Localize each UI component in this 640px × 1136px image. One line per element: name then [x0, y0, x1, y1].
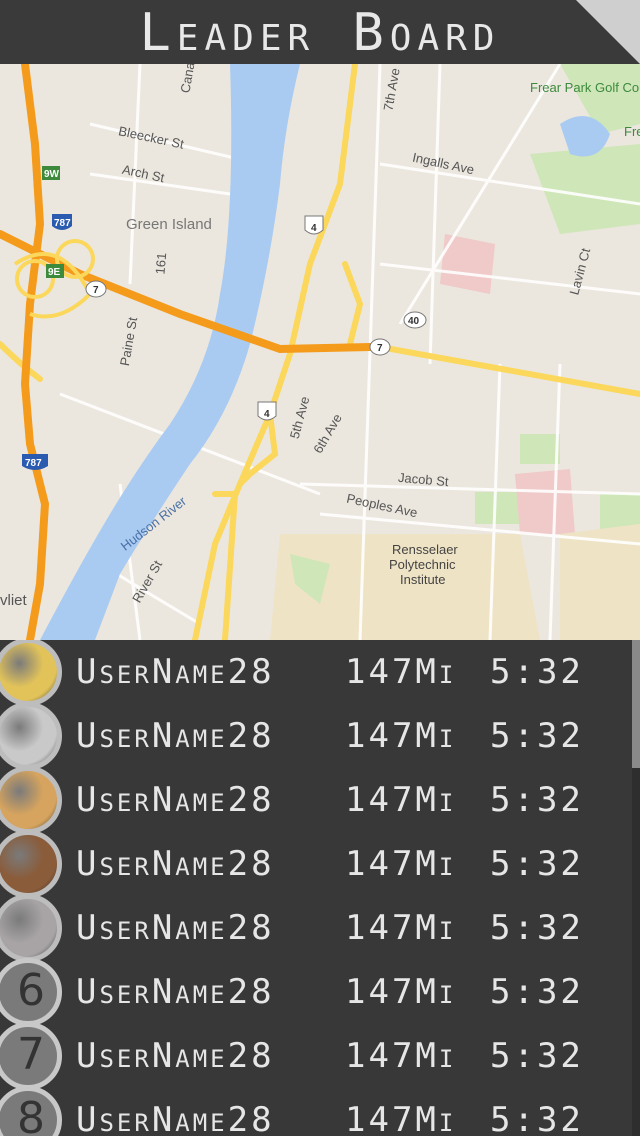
username-text: UserName28	[76, 1100, 275, 1136]
map-label-161: 161	[152, 252, 170, 275]
shield-4b: 4	[264, 409, 270, 420]
rank-badge: 7	[0, 1022, 62, 1090]
map-label-rpi-3: Institute	[400, 572, 446, 587]
shield-7b: 7	[377, 343, 383, 354]
map-label-green-island: Green Island	[126, 216, 212, 233]
shield-787b: 787	[25, 458, 42, 469]
shield-7a: 7	[93, 285, 99, 296]
map-graphic: 9W 787 9E 7 4 40 7 4 787	[0, 64, 640, 640]
map-label-frear-park: Frear Park Golf Cou	[530, 80, 640, 95]
distance-text: 147Mi	[345, 1036, 457, 1076]
username-text: UserName28	[76, 844, 275, 884]
time-text: 5:32	[490, 716, 584, 756]
time-text: 5:32	[490, 1036, 584, 1076]
rank-number: 6	[17, 965, 45, 1016]
distance-text: 147Mi	[345, 972, 457, 1012]
distance-text: 147Mi	[345, 908, 457, 948]
map-label-rpi-1: Rensselaer	[392, 542, 458, 557]
shield-4a: 4	[311, 223, 317, 234]
leaderboard-list[interactable]: UserName28 147Mi 5:32 UserName28 147Mi 5:32 Us…	[0, 640, 640, 1136]
header-bar: Leader Board	[0, 0, 640, 64]
username-text: UserName28	[76, 1036, 275, 1076]
shield-787a: 787	[54, 218, 71, 229]
shield-9e: 9E	[48, 267, 61, 278]
medal-icon	[0, 702, 62, 770]
leaderboard-row[interactable]: UserName28 147Mi 5:32	[0, 640, 630, 706]
medal-icon	[0, 640, 62, 706]
rank-badge: 6	[0, 958, 62, 1026]
distance-text: 147Mi	[345, 1100, 457, 1136]
time-text: 5:32	[490, 1100, 584, 1136]
leaderboard-row[interactable]: UserName28 147Mi 5:32	[0, 702, 630, 770]
time-text: 5:32	[490, 844, 584, 884]
username-text: UserName28	[76, 716, 275, 756]
time-text: 5:32	[490, 908, 584, 948]
leaderboard-row[interactable]: 7 UserName28 147Mi 5:32	[0, 1022, 630, 1090]
page-title: Leader Board	[139, 3, 501, 63]
medal-icon	[0, 894, 62, 962]
corner-fold-button[interactable]	[576, 0, 640, 64]
rank-number: 7	[17, 1029, 45, 1080]
time-text: 5:32	[490, 652, 584, 692]
medal-icon	[0, 830, 62, 898]
distance-text: 147Mi	[345, 780, 457, 820]
map-view[interactable]: 9W 787 9E 7 4 40 7 4 787 Bleecker St Arc…	[0, 64, 640, 640]
shield-40: 40	[408, 316, 420, 327]
leaderboard-row[interactable]: UserName28 147Mi 5:32	[0, 894, 630, 962]
map-label-fre: Fre	[624, 124, 640, 139]
map-label-vliet: vliet	[0, 592, 27, 609]
leaderboard-row[interactable]: UserName28 147Mi 5:32	[0, 830, 630, 898]
username-text: UserName28	[76, 908, 275, 948]
leaderboard-row[interactable]: UserName28 147Mi 5:32	[0, 766, 630, 834]
username-text: UserName28	[76, 972, 275, 1012]
medal-icon	[0, 766, 62, 834]
distance-text: 147Mi	[345, 844, 457, 884]
shield-9w: 9W	[44, 169, 60, 180]
time-text: 5:32	[490, 780, 584, 820]
time-text: 5:32	[490, 972, 584, 1012]
distance-text: 147Mi	[345, 652, 457, 692]
leaderboard-row[interactable]: 8 UserName28 147Mi 5:32	[0, 1086, 630, 1136]
leaderboard-row[interactable]: 6 UserName28 147Mi 5:32	[0, 958, 630, 1026]
username-text: UserName28	[76, 652, 275, 692]
rank-badge: 8	[0, 1086, 62, 1136]
username-text: UserName28	[76, 780, 275, 820]
rank-number: 8	[17, 1093, 45, 1136]
distance-text: 147Mi	[345, 716, 457, 756]
scrollbar[interactable]	[632, 640, 640, 1136]
scrollbar-thumb[interactable]	[632, 640, 640, 768]
map-label-rpi-2: Polytechnic	[389, 557, 456, 572]
